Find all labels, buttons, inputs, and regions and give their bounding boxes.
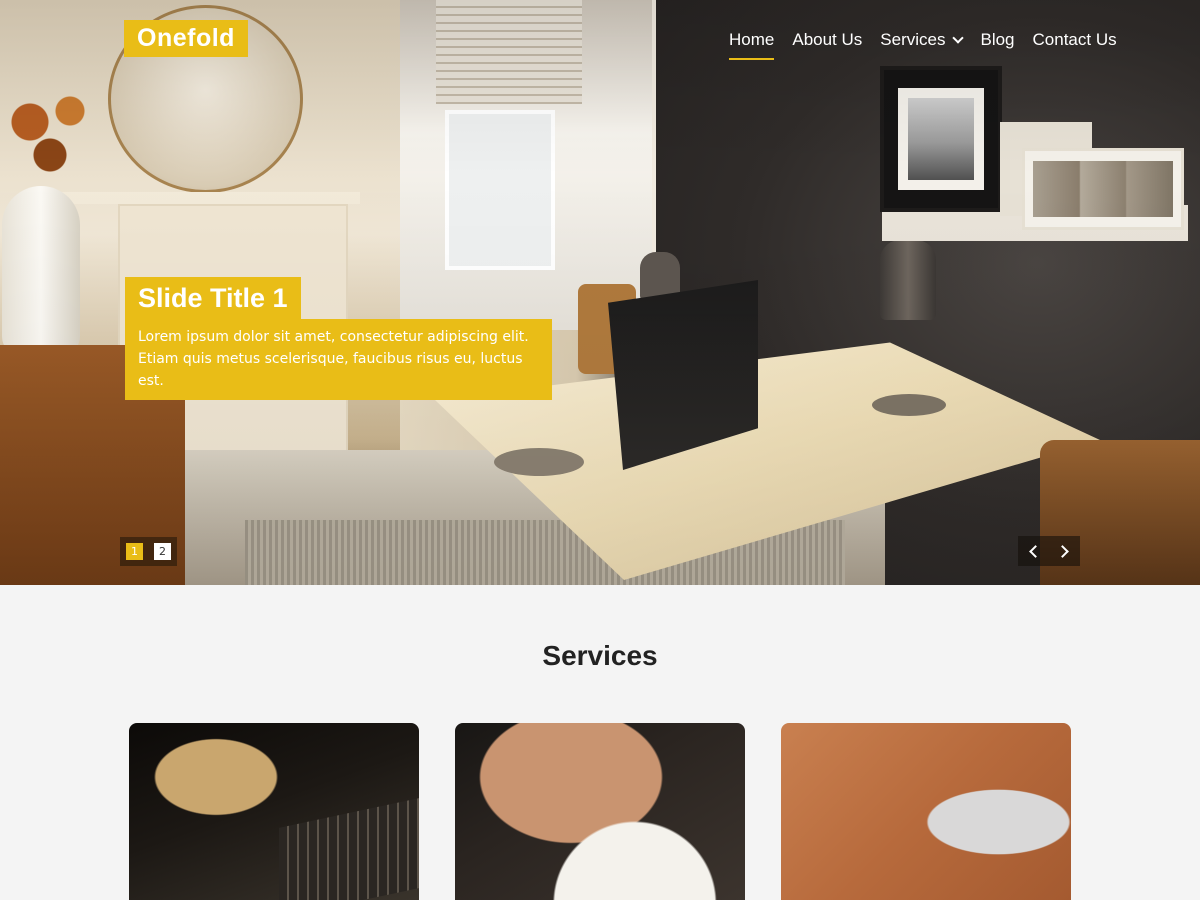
nav-item-label: Blog xyxy=(980,30,1015,49)
nav-item-label: Home xyxy=(729,30,775,49)
main-nav: Home About Us Services Blog Contact Us xyxy=(729,28,1126,60)
nav-item-home[interactable]: Home xyxy=(729,28,783,60)
slide-title: Slide Title 1 xyxy=(125,277,301,319)
service-card-image[interactable] xyxy=(781,723,1071,900)
slider-page-1[interactable]: 1 xyxy=(126,543,143,560)
site-logo[interactable]: Onefold xyxy=(124,20,248,57)
chevron-left-icon xyxy=(1029,544,1042,558)
service-card-image[interactable] xyxy=(455,723,745,900)
slider-prev-button[interactable] xyxy=(1018,536,1049,566)
slider-pagination: 1 2 xyxy=(120,537,177,566)
section-title: Services xyxy=(542,640,658,671)
services-section: Services xyxy=(0,585,1200,900)
hero-slider: Onefold Home About Us Services Blog Cont… xyxy=(0,0,1200,585)
slider-page-2[interactable]: 2 xyxy=(154,543,171,560)
nav-item-contact-us[interactable]: Contact Us xyxy=(1024,28,1126,60)
nav-item-label: Services xyxy=(880,30,946,49)
slide-text: Lorem ipsum dolor sit amet, consectetur … xyxy=(125,319,552,400)
chevron-right-icon xyxy=(1056,544,1069,558)
nav-item-blog[interactable]: Blog xyxy=(971,28,1023,60)
chevron-down-icon xyxy=(952,32,965,44)
service-card-image[interactable] xyxy=(129,723,419,900)
nav-item-label: Contact Us xyxy=(1032,30,1117,49)
nav-item-about-us[interactable]: About Us xyxy=(783,28,871,60)
nav-item-services[interactable]: Services xyxy=(871,28,971,60)
nav-item-label: About Us xyxy=(792,30,863,49)
slider-arrows xyxy=(1018,536,1080,566)
slider-next-button[interactable] xyxy=(1049,536,1080,566)
